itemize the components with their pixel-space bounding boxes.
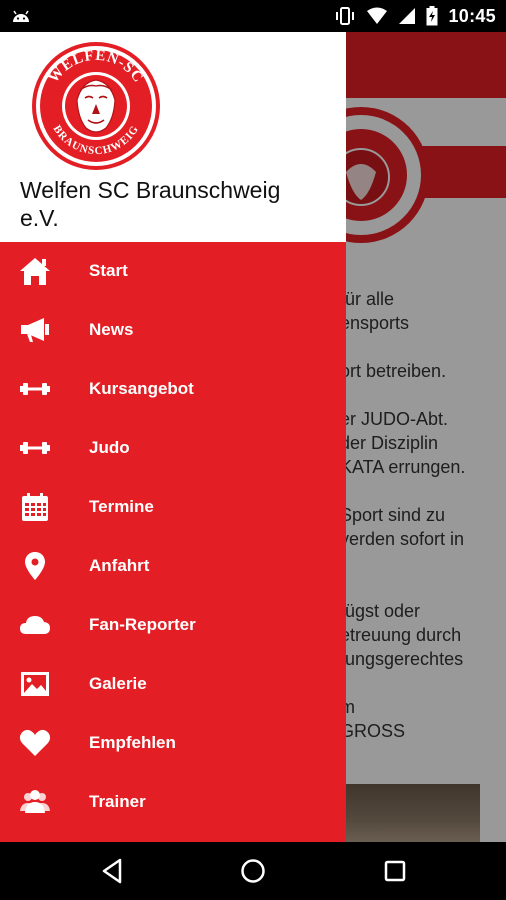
menu-item-start[interactable]: Start [0, 242, 346, 301]
welfen-sc-logo: WELFEN-SC BRAUNSCHWEIG [32, 42, 160, 170]
dumbbell-icon [20, 383, 50, 395]
menu-item-kursangebot[interactable]: Kursangebot [0, 360, 346, 419]
android-icon [13, 10, 29, 22]
menu-item-fan-reporter[interactable]: Fan-Reporter [0, 596, 346, 655]
menu-label-judo: Judo [89, 438, 130, 457]
wifi-icon [367, 7, 388, 24]
menu-item-empfehlen[interactable]: Empfehlen [0, 714, 346, 773]
back-icon[interactable] [98, 856, 128, 886]
home-icon [20, 258, 50, 285]
menu-label-start: Start [89, 261, 128, 280]
calendar-icon [22, 493, 48, 521]
vibrate-icon [336, 7, 355, 25]
menu-label-trainer: Trainer [89, 792, 146, 811]
recents-icon[interactable] [380, 856, 410, 886]
megaphone-icon [21, 318, 49, 342]
cloud-icon [20, 616, 50, 634]
menu-label-news: News [89, 320, 134, 339]
menu-label-kursangebot: Kursangebot [89, 379, 194, 398]
status-bar: 10:45 [0, 0, 506, 32]
home-circle-icon[interactable] [238, 856, 268, 886]
menu-label-galerie: Galerie [89, 674, 147, 693]
menu-label-anfahrt: Anfahrt [89, 556, 150, 575]
map-pin-icon [25, 552, 45, 580]
menu-item-anfahrt[interactable]: Anfahrt [0, 537, 346, 596]
signal-icon [399, 8, 416, 24]
people-icon [20, 790, 50, 813]
drawer-title: Welfen SC Braunschweig e.V. [20, 177, 281, 231]
status-time: 10:45 [448, 5, 496, 26]
heart-icon [19, 729, 51, 756]
drawer-header: WELFEN-SC BRAUNSCHWEIG Welfen SC Braunsc… [0, 32, 346, 242]
menu-item-termine[interactable]: Termine [0, 478, 346, 537]
menu-item-galerie[interactable]: Galerie [0, 655, 346, 714]
navigation-drawer: WELFEN-SC BRAUNSCHWEIG Welfen SC Braunsc… [0, 32, 346, 842]
menu-label-fan-reporter: Fan-Reporter [89, 615, 196, 634]
battery-charging-icon [426, 6, 438, 26]
menu-item-news[interactable]: News [0, 301, 346, 360]
dumbbell-icon [20, 442, 50, 454]
menu-label-empfehlen: Empfehlen [89, 733, 176, 752]
system-nav-bar [0, 842, 506, 900]
menu-item-trainer[interactable]: Trainer [0, 773, 346, 832]
menu-item-judo[interactable]: Judo [0, 419, 346, 478]
menu-label-termine: Termine [89, 497, 154, 516]
image-icon [21, 672, 49, 696]
